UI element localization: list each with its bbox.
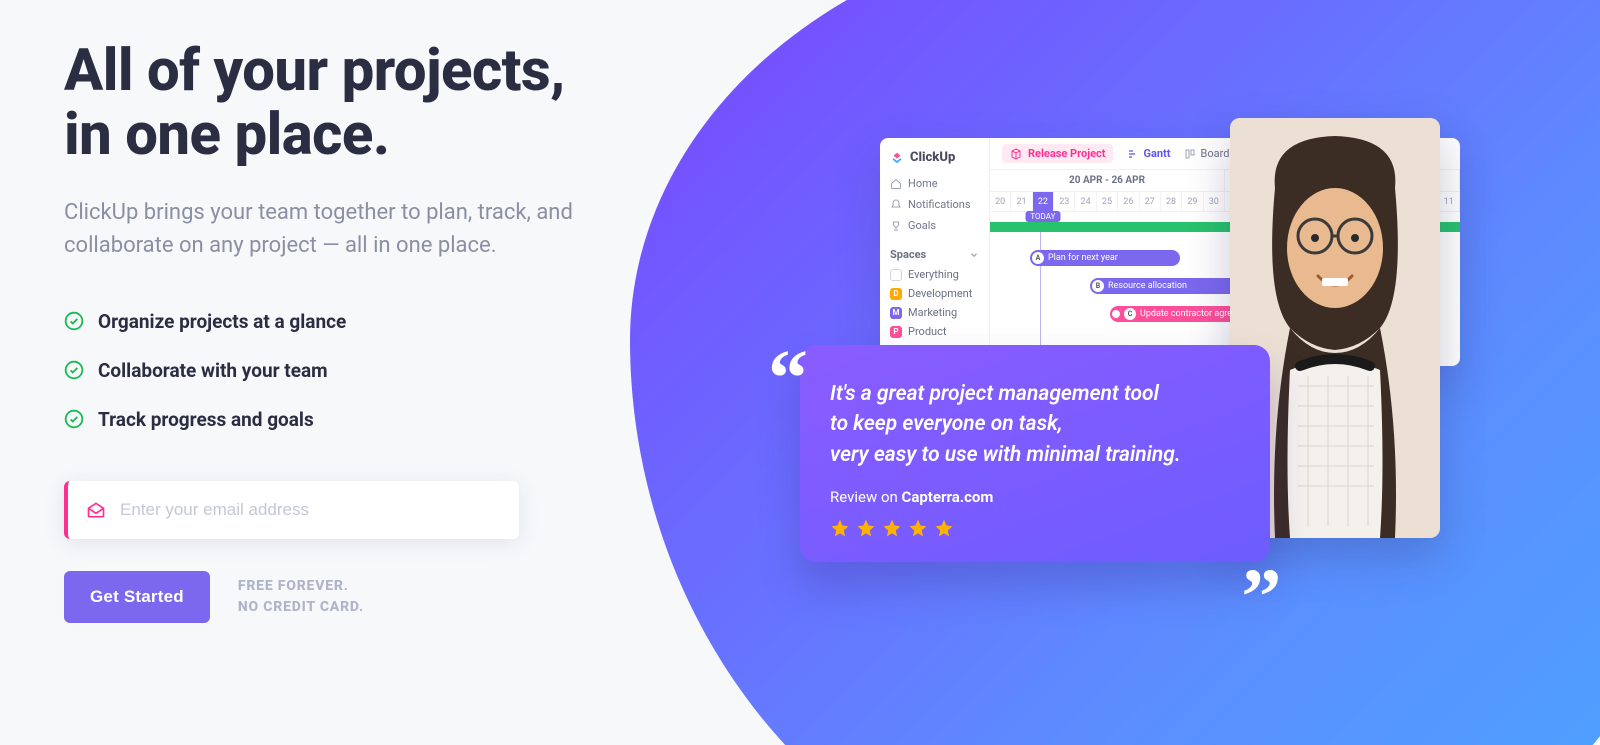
day-cell: 29: [1182, 192, 1203, 211]
star-icon: [856, 518, 876, 538]
star-icon: [934, 518, 954, 538]
day-cell: 11: [1439, 192, 1460, 211]
feature-bullet: Organize projects at a glance: [64, 310, 624, 333]
testimonial-text: It's a great project management tool to …: [830, 379, 1240, 470]
hero-subhead: ClickUp brings your team together to pla…: [64, 196, 624, 262]
gantt-icon: [1127, 148, 1139, 160]
day-cell: 28: [1161, 192, 1182, 211]
quote-open-icon: “: [768, 359, 808, 399]
sidebar-item-notifications: Notifications: [890, 194, 979, 215]
feature-bullet-text: Organize projects at a glance: [98, 310, 346, 333]
check-circle-icon: [64, 360, 84, 380]
testimonial-card: “ It's a great project management tool t…: [800, 345, 1270, 562]
cta-note-line2: NO CREDIT CARD.: [238, 597, 364, 618]
feature-bullets: Organize projects at a glance Collaborat…: [64, 310, 624, 431]
hero-headline-line1: All of your projects,: [64, 37, 565, 105]
day-cell: 22TODAY: [1033, 192, 1054, 211]
gantt-bar-resource: BResource allocation: [1090, 278, 1240, 294]
gantt-bar-plan: APlan for next year: [1030, 250, 1180, 266]
check-circle-icon: [64, 409, 84, 429]
star-icon: [882, 518, 902, 538]
sidebar-spaces-header: Spaces: [890, 244, 979, 265]
trophy-icon: [890, 220, 902, 232]
week-range: 20 APR - 26 APR: [990, 170, 1225, 191]
space-item-marketing: MMarketing: [890, 303, 979, 322]
email-input-container[interactable]: [64, 481, 519, 539]
hero-headline-line2: in one place.: [64, 101, 390, 169]
clickup-logo-icon: [890, 151, 904, 165]
day-cell: 26: [1118, 192, 1139, 211]
space-item-everything: Everything: [890, 265, 979, 284]
star-icon: [908, 518, 928, 538]
brand: ClickUp: [890, 146, 979, 173]
cta-note: FREE FOREVER. NO CREDIT CARD.: [238, 576, 364, 618]
sidebar-item-home: Home: [890, 173, 979, 194]
chevron-down-icon: [969, 250, 979, 260]
star-icon: [830, 518, 850, 538]
cta-note-line1: FREE FOREVER.: [238, 576, 364, 597]
get-started-button[interactable]: Get Started: [64, 571, 210, 623]
mail-open-icon: [86, 500, 106, 520]
feature-bullet: Collaborate with your team: [64, 359, 624, 382]
testimonial-source: Review on Capterra.com: [830, 488, 1240, 506]
day-cell: 23: [1054, 192, 1075, 211]
quote-close-icon: „: [1242, 536, 1282, 576]
feature-bullet-text: Collaborate with your team: [98, 359, 328, 382]
cube-icon: [1010, 148, 1022, 160]
tab-gantt: Gantt: [1127, 147, 1170, 160]
email-input[interactable]: [120, 500, 501, 520]
star-rating: [830, 518, 1240, 538]
space-item-product: PProduct: [890, 322, 979, 341]
day-cell: 30: [1204, 192, 1225, 211]
day-cell: 21: [1011, 192, 1032, 211]
day-cell: 25: [1097, 192, 1118, 211]
feature-bullet-text: Track progress and goals: [98, 408, 314, 431]
brand-name: ClickUp: [910, 150, 955, 165]
today-line: [1040, 212, 1041, 366]
screenshot-sidebar: ClickUp Home Notifications Goals Spaces …: [880, 138, 990, 366]
today-pill: TODAY: [1025, 211, 1060, 222]
home-icon: [890, 178, 902, 190]
check-circle-icon: [64, 311, 84, 331]
feature-bullet: Track progress and goals: [64, 408, 624, 431]
space-item-development: DDevelopment: [890, 284, 979, 303]
day-cell: 20: [990, 192, 1011, 211]
hero-headline: All of your projects, in one place.: [64, 40, 624, 168]
day-cell: 24: [1075, 192, 1096, 211]
tab-board: Board: [1184, 147, 1229, 160]
sidebar-item-goals: Goals: [890, 215, 979, 236]
day-cell: 27: [1140, 192, 1161, 211]
release-project-chip: Release Project: [1002, 144, 1113, 163]
bell-icon: [890, 199, 902, 211]
board-icon: [1184, 148, 1196, 160]
